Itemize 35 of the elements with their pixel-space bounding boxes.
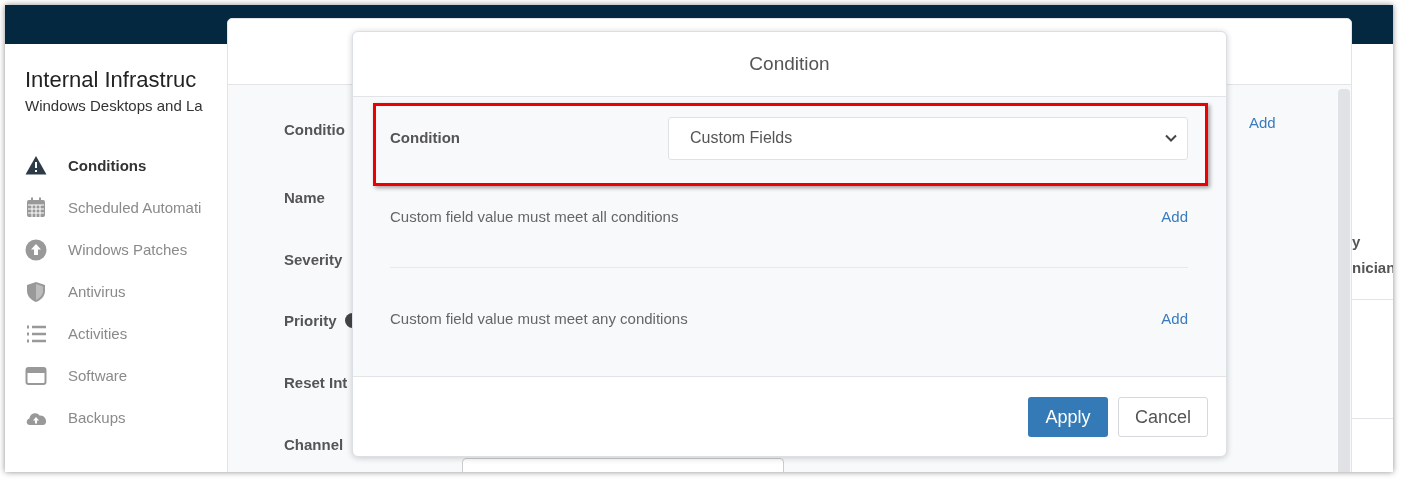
nav-item[interactable]: Conditions bbox=[68, 154, 147, 178]
page-subtitle: Windows Desktops and La bbox=[25, 96, 204, 116]
chevron-down-icon bbox=[1165, 134, 1177, 142]
form-label: Channel bbox=[284, 435, 344, 455]
condition-group-text: Custom field value must meet any conditions bbox=[390, 309, 688, 329]
nav-item[interactable]: Antivirus bbox=[68, 280, 126, 304]
field-label: Condition bbox=[390, 127, 460, 148]
warning-icon bbox=[25, 155, 47, 177]
form-label: Name bbox=[284, 188, 325, 208]
upload-circle-icon bbox=[25, 239, 47, 261]
nav-item[interactable]: Scheduled Automati bbox=[68, 196, 202, 220]
form-label: Conditio bbox=[284, 120, 345, 140]
nav-item[interactable]: Software bbox=[68, 364, 128, 388]
nav-item[interactable]: Activities bbox=[68, 322, 128, 346]
page-title: Internal Infrastruc bbox=[25, 66, 198, 94]
select-value: Custom Fields bbox=[690, 128, 793, 148]
window-icon bbox=[25, 365, 47, 387]
column-header-text: y bbox=[1352, 232, 1361, 252]
nav-item[interactable]: Windows Patches bbox=[68, 238, 188, 262]
apply-button[interactable]: Apply bbox=[1028, 397, 1108, 437]
add-link[interactable]: Add bbox=[1249, 112, 1276, 135]
condition-select[interactable]: Custom Fields bbox=[668, 116, 1188, 160]
list-icon bbox=[25, 323, 47, 345]
scrollbar[interactable] bbox=[1338, 89, 1350, 472]
nav-item[interactable]: Backups bbox=[68, 406, 126, 430]
condition-group-text: Custom field value must meet all conditions bbox=[390, 207, 679, 227]
add-link[interactable]: Add bbox=[1161, 308, 1188, 331]
calendar-icon bbox=[25, 197, 47, 219]
cancel-button[interactable]: Cancel bbox=[1118, 397, 1208, 437]
dialog-title: Condition bbox=[749, 51, 830, 76]
add-link[interactable]: Add bbox=[1161, 206, 1188, 229]
shield-icon bbox=[25, 281, 47, 303]
form-label: Severity bbox=[284, 250, 343, 270]
form-label: Priority bbox=[284, 311, 337, 331]
form-label: Reset Int bbox=[284, 373, 348, 393]
